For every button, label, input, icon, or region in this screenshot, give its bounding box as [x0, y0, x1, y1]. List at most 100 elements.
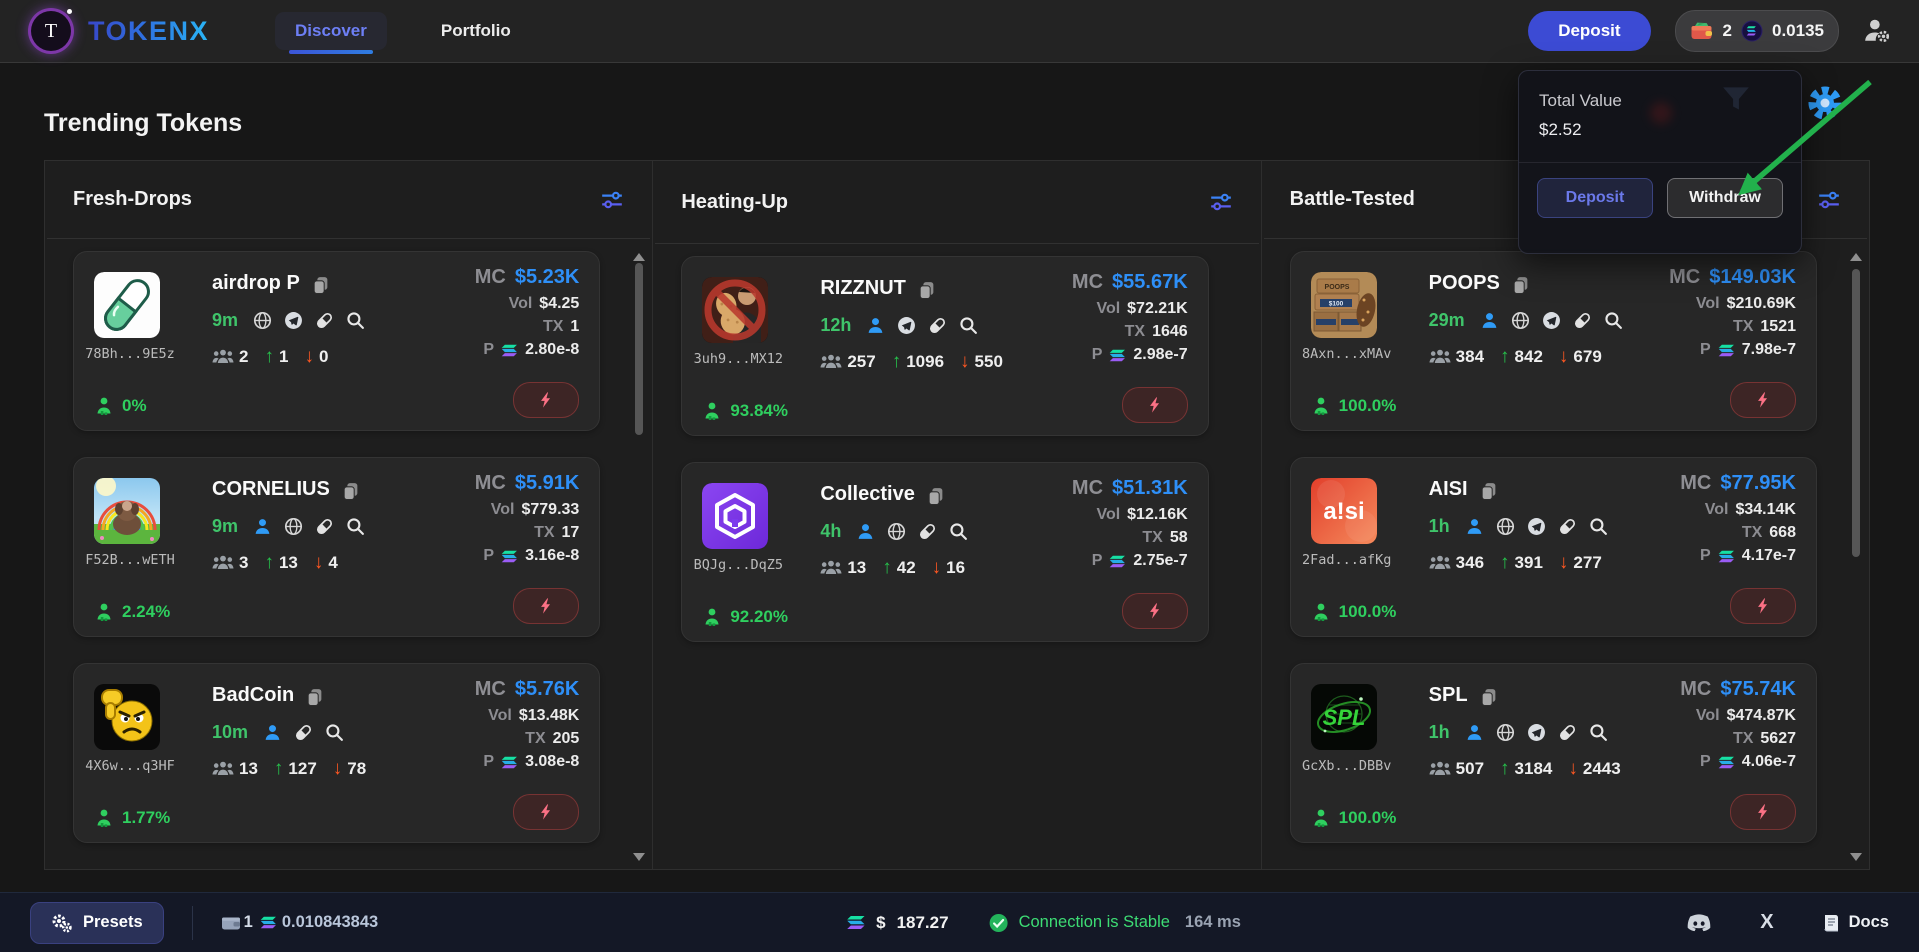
token-card-badcoin[interactable]: 4X6w...q3HF BadCoin 10m 13 ↑127 ↓78 MC$5… — [73, 663, 600, 843]
search-icon[interactable] — [959, 316, 978, 335]
mc-label: MC — [1680, 472, 1711, 495]
price-value: 4.06e-7 — [1742, 753, 1796, 771]
copy-address-icon[interactable] — [1511, 275, 1530, 294]
token-card-spl[interactable]: SPL GcXb...DBBv SPL 1h 507 ↑3184 — [1290, 663, 1817, 843]
profile-icon[interactable] — [1465, 723, 1484, 742]
search-icon[interactable] — [325, 723, 344, 742]
scroll-down-arrow[interactable] — [1850, 853, 1862, 861]
volume-value: $34.14K — [1735, 501, 1796, 519]
column-filter-sliders-icon[interactable] — [600, 188, 624, 212]
dropdown-deposit-button[interactable]: Deposit — [1537, 178, 1653, 218]
telegram-icon[interactable] — [897, 316, 916, 335]
token-age: 9m — [212, 310, 238, 331]
copy-address-icon[interactable] — [305, 687, 324, 706]
nav-tab-portfolio[interactable]: Portfolio — [441, 21, 511, 41]
footer-divider — [192, 906, 193, 940]
price-value: 2.75e-7 — [1133, 552, 1187, 570]
token-address: 8Axn...xMAv — [1291, 346, 1403, 362]
telegram-icon[interactable] — [284, 311, 303, 330]
scrollbar[interactable] — [632, 253, 646, 861]
token-card-rizznut[interactable]: 3uh9...MX12 RIZZNUT 12h 257 ↑1096 ↓550 — [681, 256, 1208, 436]
pump-icon[interactable] — [1573, 311, 1592, 330]
x-twitter-icon[interactable] — [1760, 911, 1773, 934]
wallet-summary-chip[interactable]: 2 0.0135 — [1675, 10, 1839, 52]
quick-buy-button[interactable] — [1730, 794, 1796, 830]
quick-buy-button[interactable] — [1122, 387, 1188, 423]
pump-icon[interactable] — [1558, 723, 1577, 742]
nav-tab-discover[interactable]: Discover — [275, 12, 387, 50]
token-card-collective[interactable]: BQJg...DqZ5 Collective 4h 13 ↑42 ↓16 — [681, 462, 1208, 642]
search-icon[interactable] — [346, 517, 365, 536]
globe-icon[interactable] — [1511, 311, 1530, 330]
token-card-aisi[interactable]: a!si 2Fad...afKg AISI 1h 346 ↑391 — [1290, 457, 1817, 637]
copy-address-icon[interactable] — [341, 481, 360, 500]
top-holder-icon — [702, 401, 722, 421]
copy-address-icon[interactable] — [311, 275, 330, 294]
scrollbar[interactable] — [1849, 253, 1863, 861]
search-icon[interactable] — [346, 311, 365, 330]
pump-icon[interactable] — [294, 723, 313, 742]
pump-icon[interactable] — [1558, 517, 1577, 536]
filter-funnel-icon[interactable] — [1722, 86, 1750, 112]
globe-icon[interactable] — [284, 517, 303, 536]
quick-buy-button[interactable] — [513, 588, 579, 624]
solana-icon — [501, 756, 518, 769]
pump-icon[interactable] — [315, 311, 334, 330]
search-icon[interactable] — [949, 522, 968, 541]
quick-buy-button[interactable] — [513, 382, 579, 418]
lightning-icon — [1146, 396, 1164, 414]
scroll-thumb[interactable] — [635, 263, 643, 435]
quick-buy-button[interactable] — [1730, 588, 1796, 624]
buys-up-icon: ↑ — [1500, 758, 1510, 780]
globe-icon[interactable] — [1496, 723, 1515, 742]
profile-icon[interactable] — [1480, 311, 1499, 330]
telegram-icon[interactable] — [1527, 723, 1546, 742]
price-value: 7.98e-7 — [1742, 341, 1796, 359]
copy-address-icon[interactable] — [917, 280, 936, 299]
dropdown-withdraw-button[interactable]: Withdraw — [1667, 178, 1783, 218]
copy-address-icon[interactable] — [926, 486, 945, 505]
vol-label: Vol — [491, 501, 515, 519]
search-icon[interactable] — [1589, 517, 1608, 536]
column-filter-sliders-icon[interactable] — [1817, 188, 1841, 212]
scroll-up-arrow[interactable] — [633, 253, 645, 261]
token-card-poops[interactable]: POOPS$100 8Axn...xMAv POOPS 29m 384 ↑842 — [1290, 251, 1817, 431]
token-card-cornelius[interactable]: F52B...wETH CORNELIUS 9m 3 ↑13 ↓4 — [73, 457, 600, 637]
deposit-button[interactable]: Deposit — [1528, 11, 1650, 51]
copy-address-icon[interactable] — [1479, 687, 1498, 706]
telegram-icon[interactable] — [1542, 311, 1561, 330]
docs-link[interactable]: Docs — [1822, 913, 1889, 933]
account-settings-icon[interactable] — [1863, 18, 1891, 44]
search-icon[interactable] — [1589, 723, 1608, 742]
column-title: Fresh-Drops — [73, 188, 192, 211]
column-title: Heating-Up — [681, 191, 788, 214]
discord-icon[interactable] — [1686, 913, 1712, 933]
copy-address-icon[interactable] — [1479, 481, 1498, 500]
pump-icon[interactable] — [928, 316, 947, 335]
scroll-thumb[interactable] — [1852, 269, 1860, 557]
profile-icon[interactable] — [856, 522, 875, 541]
presets-button[interactable]: Presets — [30, 902, 164, 944]
globe-icon[interactable] — [887, 522, 906, 541]
telegram-icon[interactable] — [1527, 517, 1546, 536]
footer-wallet-balance[interactable]: 1 0.010843843 — [221, 913, 379, 932]
token-card-airdrop-p[interactable]: 78Bh...9E5z airdrop P 9m 2 ↑1 ↓0 — [73, 251, 600, 431]
pump-icon[interactable] — [315, 517, 334, 536]
scroll-down-arrow[interactable] — [633, 853, 645, 861]
page-settings-gear-icon[interactable] — [1806, 84, 1844, 122]
quick-buy-button[interactable] — [513, 794, 579, 830]
quick-buy-button[interactable] — [1122, 593, 1188, 629]
search-icon[interactable] — [1604, 311, 1623, 330]
scroll-up-arrow[interactable] — [1850, 253, 1862, 261]
profile-icon[interactable] — [263, 723, 282, 742]
sells-down-icon: ↓ — [1559, 552, 1569, 574]
profile-icon[interactable] — [253, 517, 272, 536]
globe-icon[interactable] — [1496, 517, 1515, 536]
column-filter-sliders-icon[interactable] — [1209, 190, 1233, 214]
globe-icon[interactable] — [253, 311, 272, 330]
quick-buy-button[interactable] — [1730, 382, 1796, 418]
app-logo[interactable]: T — [28, 8, 74, 54]
profile-icon[interactable] — [866, 316, 885, 335]
pump-icon[interactable] — [918, 522, 937, 541]
profile-icon[interactable] — [1465, 517, 1484, 536]
